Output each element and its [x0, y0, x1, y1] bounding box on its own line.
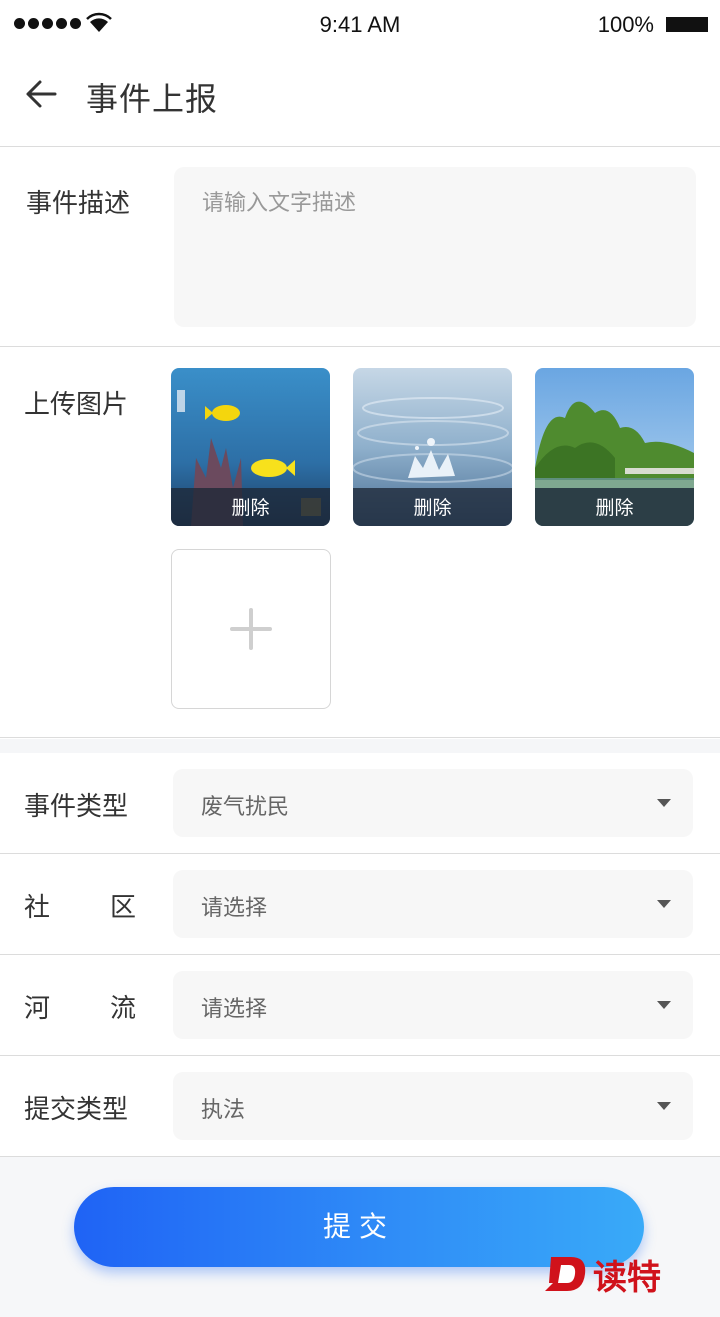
footer: 提交 读特 — [0, 1157, 720, 1317]
image-thumbnail-lake[interactable]: 删除 — [535, 368, 694, 526]
event-type-select[interactable]: 废气扰民 — [173, 769, 693, 837]
add-image-button[interactable] — [171, 549, 331, 709]
battery-percentage: 100% — [597, 12, 654, 37]
caret-down-icon — [657, 1102, 671, 1110]
upload-section: 上传图片 删除 删除 删除 — [0, 348, 720, 738]
event-type-row: 事件类型 废气扰民 — [0, 753, 720, 854]
community-label-char-1: 社 — [24, 893, 51, 923]
river-label-char-1: 河 — [24, 994, 51, 1024]
description-input[interactable] — [174, 167, 696, 327]
caret-down-icon — [657, 900, 671, 908]
event-type-label: 事件类型 — [24, 792, 129, 822]
submit-type-select[interactable]: 执法 — [173, 1072, 693, 1140]
community-select[interactable]: 请选择 — [173, 870, 693, 938]
community-label-char-2: 区 — [109, 893, 136, 923]
dute-logo-icon — [545, 1257, 586, 1291]
image-thumbnail-water[interactable]: 删除 — [353, 368, 512, 526]
caret-down-icon — [657, 1001, 671, 1009]
delete-image-button[interactable]: 删除 — [353, 488, 512, 526]
plus-icon — [230, 608, 272, 650]
community-label: 社 区 — [24, 887, 136, 924]
upload-label: 上传图片 — [24, 390, 129, 420]
delete-image-button[interactable]: 删除 — [171, 488, 330, 526]
image-thumbnail-fish[interactable]: 删除 — [171, 368, 330, 526]
nav-header: 事件上报 — [0, 52, 720, 147]
watermark: 读特 — [545, 1252, 661, 1298]
battery-icon — [666, 17, 708, 32]
river-label: 河 流 — [24, 988, 136, 1025]
caret-down-icon — [657, 799, 671, 807]
page-title: 事件上报 — [86, 80, 219, 118]
river-row: 河 流 请选择 — [0, 955, 720, 1056]
arrow-left-icon[interactable] — [22, 76, 58, 112]
river-value: 请选择 — [201, 997, 268, 1022]
section-divider — [0, 739, 720, 753]
river-label-char-2: 流 — [109, 994, 136, 1024]
delete-image-button[interactable]: 删除 — [535, 488, 694, 526]
watermark-text: 读特 — [593, 1257, 661, 1298]
river-select[interactable]: 请选择 — [173, 971, 693, 1039]
submit-type-row: 提交类型 执法 — [0, 1056, 720, 1157]
community-value: 请选择 — [201, 896, 268, 921]
submit-type-label: 提交类型 — [24, 1095, 129, 1125]
description-section: 事件描述 — [0, 147, 720, 347]
status-bar: 9:41 AM 100% — [0, 0, 720, 52]
event-type-value: 废气扰民 — [201, 795, 290, 820]
submit-type-value: 执法 — [201, 1098, 246, 1123]
community-row: 社 区 请选择 — [0, 854, 720, 955]
description-label: 事件描述 — [26, 189, 131, 219]
